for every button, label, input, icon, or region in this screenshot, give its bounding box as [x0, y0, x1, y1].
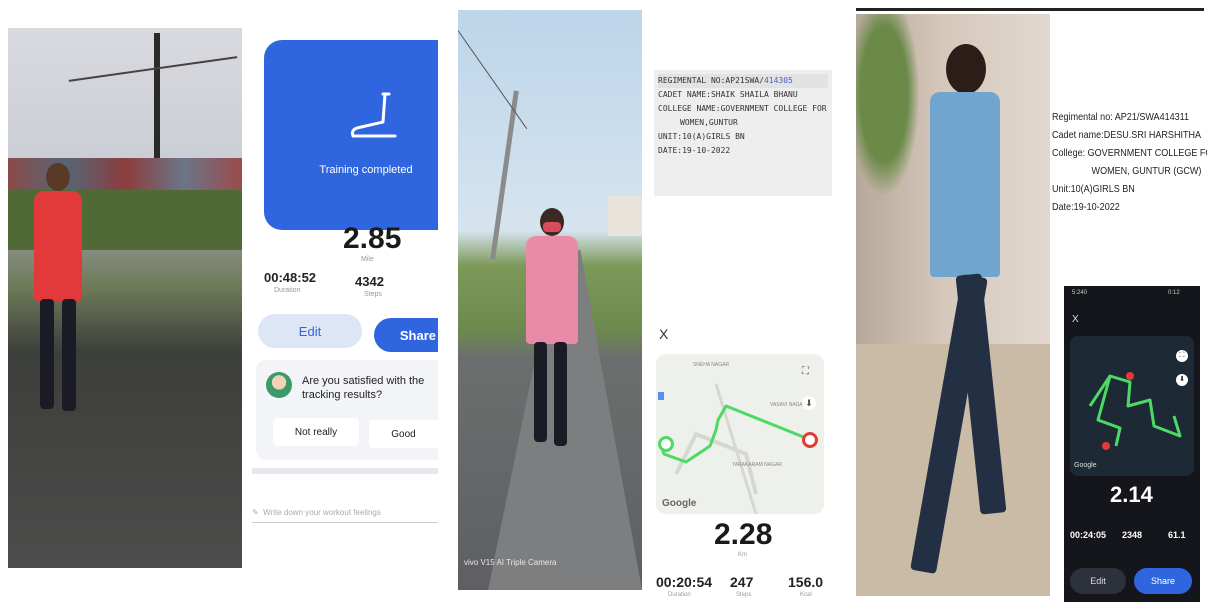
status-left: 5:240: [1072, 290, 1088, 296]
location-icon[interactable]: ⬇: [802, 396, 816, 410]
face-mask: [543, 222, 561, 232]
not-really-button[interactable]: Not really: [273, 418, 359, 446]
route-map[interactable]: SNEHA NAGAR VASAVI NAGAR TARAKARAM NAGAR…: [656, 354, 824, 514]
feedback-card: Are you satisfied with the tracking resu…: [256, 360, 438, 460]
edit-button[interactable]: Edit: [1070, 568, 1126, 594]
cadet-info-block: Regimental no: AP21/SWA414311 Cadet name…: [1052, 108, 1207, 216]
unit-value: 10(A)GIRLS BN: [682, 132, 745, 141]
distance-value: 2.28: [714, 518, 773, 551]
duration-value: 00:48:52: [264, 270, 317, 285]
map-label-tarakaram: TARAKARAM NAGAR: [732, 462, 782, 468]
google-logo: Google: [1074, 462, 1097, 469]
workout-feelings-input[interactable]: ✎ Write down your workout feelings: [252, 502, 438, 523]
start-marker: [1102, 442, 1110, 450]
start-marker: [658, 436, 674, 452]
top-rule: [856, 8, 1204, 11]
share-button[interactable]: Share: [374, 318, 438, 352]
duration-value: 00:24:05: [1070, 530, 1107, 540]
cadet-info-block: REGIMENTAL NO:AP21SWA/414305 CADET NAME:…: [654, 70, 832, 196]
pencil-icon: ✎: [252, 508, 259, 517]
good-button[interactable]: Good: [369, 420, 438, 448]
status-right: 0:12: [1168, 290, 1180, 296]
cadet-figure: [24, 163, 94, 423]
phone-screenshot: 5:240 0:12 X ⛶ ⬇ Google 2.14 00:24:05 23…: [1064, 286, 1200, 602]
map-pin-icon: [658, 392, 664, 400]
date: DATE:19-10-2022: [658, 146, 731, 155]
regimental-no-suffix: 414305: [763, 76, 793, 85]
feelings-placeholder: Write down your workout feelings: [263, 508, 381, 517]
roadside-building: [608, 196, 642, 236]
calories-value: 156.0: [788, 574, 824, 590]
share-button[interactable]: Share: [1134, 568, 1192, 594]
date: Date:19-10-2022: [1052, 201, 1120, 213]
cadet-name: Cadet name:DESU.SRI HARSHITHA: [1052, 129, 1202, 141]
steps-value: 247: [730, 574, 754, 590]
location-icon[interactable]: ⬇: [1176, 374, 1188, 386]
college-name-2: WOMEN,GUNTUR: [680, 118, 738, 127]
regimental-no: Regimental no: AP21/SWA414311: [1052, 111, 1190, 123]
divider: [252, 468, 438, 474]
steps-label: Steps: [364, 291, 382, 298]
college-2: WOMEN, GUNTUR (GCW): [1091, 165, 1202, 177]
steps-value: 4342: [355, 274, 384, 289]
coach-avatar: [266, 372, 292, 398]
college-name: COLLEGE NAME:GOVERNMENT COLLEGE FOR: [658, 104, 827, 113]
duration-label: Duration: [274, 287, 301, 294]
close-button[interactable]: X: [659, 326, 668, 342]
end-marker: [802, 432, 818, 448]
route-path: [658, 383, 807, 514]
share-label: Share: [399, 327, 436, 343]
calories-value: 61.1: [1168, 530, 1186, 540]
route-map[interactable]: ⛶ ⬇ Google: [1070, 336, 1194, 476]
steps-label: Steps: [736, 592, 752, 598]
training-summary-card: Training completed: [264, 40, 438, 230]
distance-unit: Km: [738, 552, 747, 558]
expand-icon[interactable]: ⛶: [802, 366, 809, 377]
unit: UNIT:10(A)GIRLS BN: [658, 132, 745, 141]
end-marker: [1126, 372, 1134, 380]
cadet-name: CADET NAME:SHAIK SHAILA BHANU: [658, 90, 798, 99]
distance-value: 2.85: [343, 222, 402, 255]
overhead-wire: [458, 30, 528, 130]
camera-watermark: vivo V15 AI Triple Camera: [464, 558, 557, 567]
google-logo: Google: [662, 498, 697, 509]
electric-pole: [490, 90, 519, 260]
distance-value: 2.14: [1110, 482, 1153, 507]
satisfaction-question: Are you satisfied with the tracking resu…: [302, 375, 425, 401]
cadet-figure: [910, 44, 1022, 584]
photo-cadet-3: [856, 14, 1050, 596]
photo-cadet-1: [8, 28, 242, 568]
map-label-sneha: SNEHA NAGAR: [692, 362, 730, 368]
cadet-figure: [518, 208, 584, 453]
close-button[interactable]: X: [1072, 314, 1079, 325]
calories-label: Kcal: [800, 592, 812, 598]
overhead-wire: [68, 56, 238, 82]
distance-unit: Mile: [361, 256, 374, 263]
unit: Unit:10(A)GIRLS BN: [1052, 183, 1135, 195]
steps-value: 2348: [1122, 530, 1143, 540]
treadmill-icon: [351, 92, 397, 138]
photo-cadet-2: vivo V15 AI Triple Camera: [458, 10, 642, 590]
regimental-no: REGIMENTAL NO:AP21SWA/414305: [658, 74, 828, 88]
regimental-no-prefix: REGIMENTAL NO:AP21SWA/: [658, 76, 764, 85]
duration-value: 00:20:54: [656, 574, 713, 590]
college: College: GOVERNMENT COLLEGE FOR: [1052, 147, 1207, 159]
training-status: Training completed: [319, 164, 413, 176]
expand-icon[interactable]: ⛶: [1176, 350, 1188, 362]
edit-button[interactable]: Edit: [258, 314, 362, 348]
duration-label: Duration: [668, 592, 691, 598]
